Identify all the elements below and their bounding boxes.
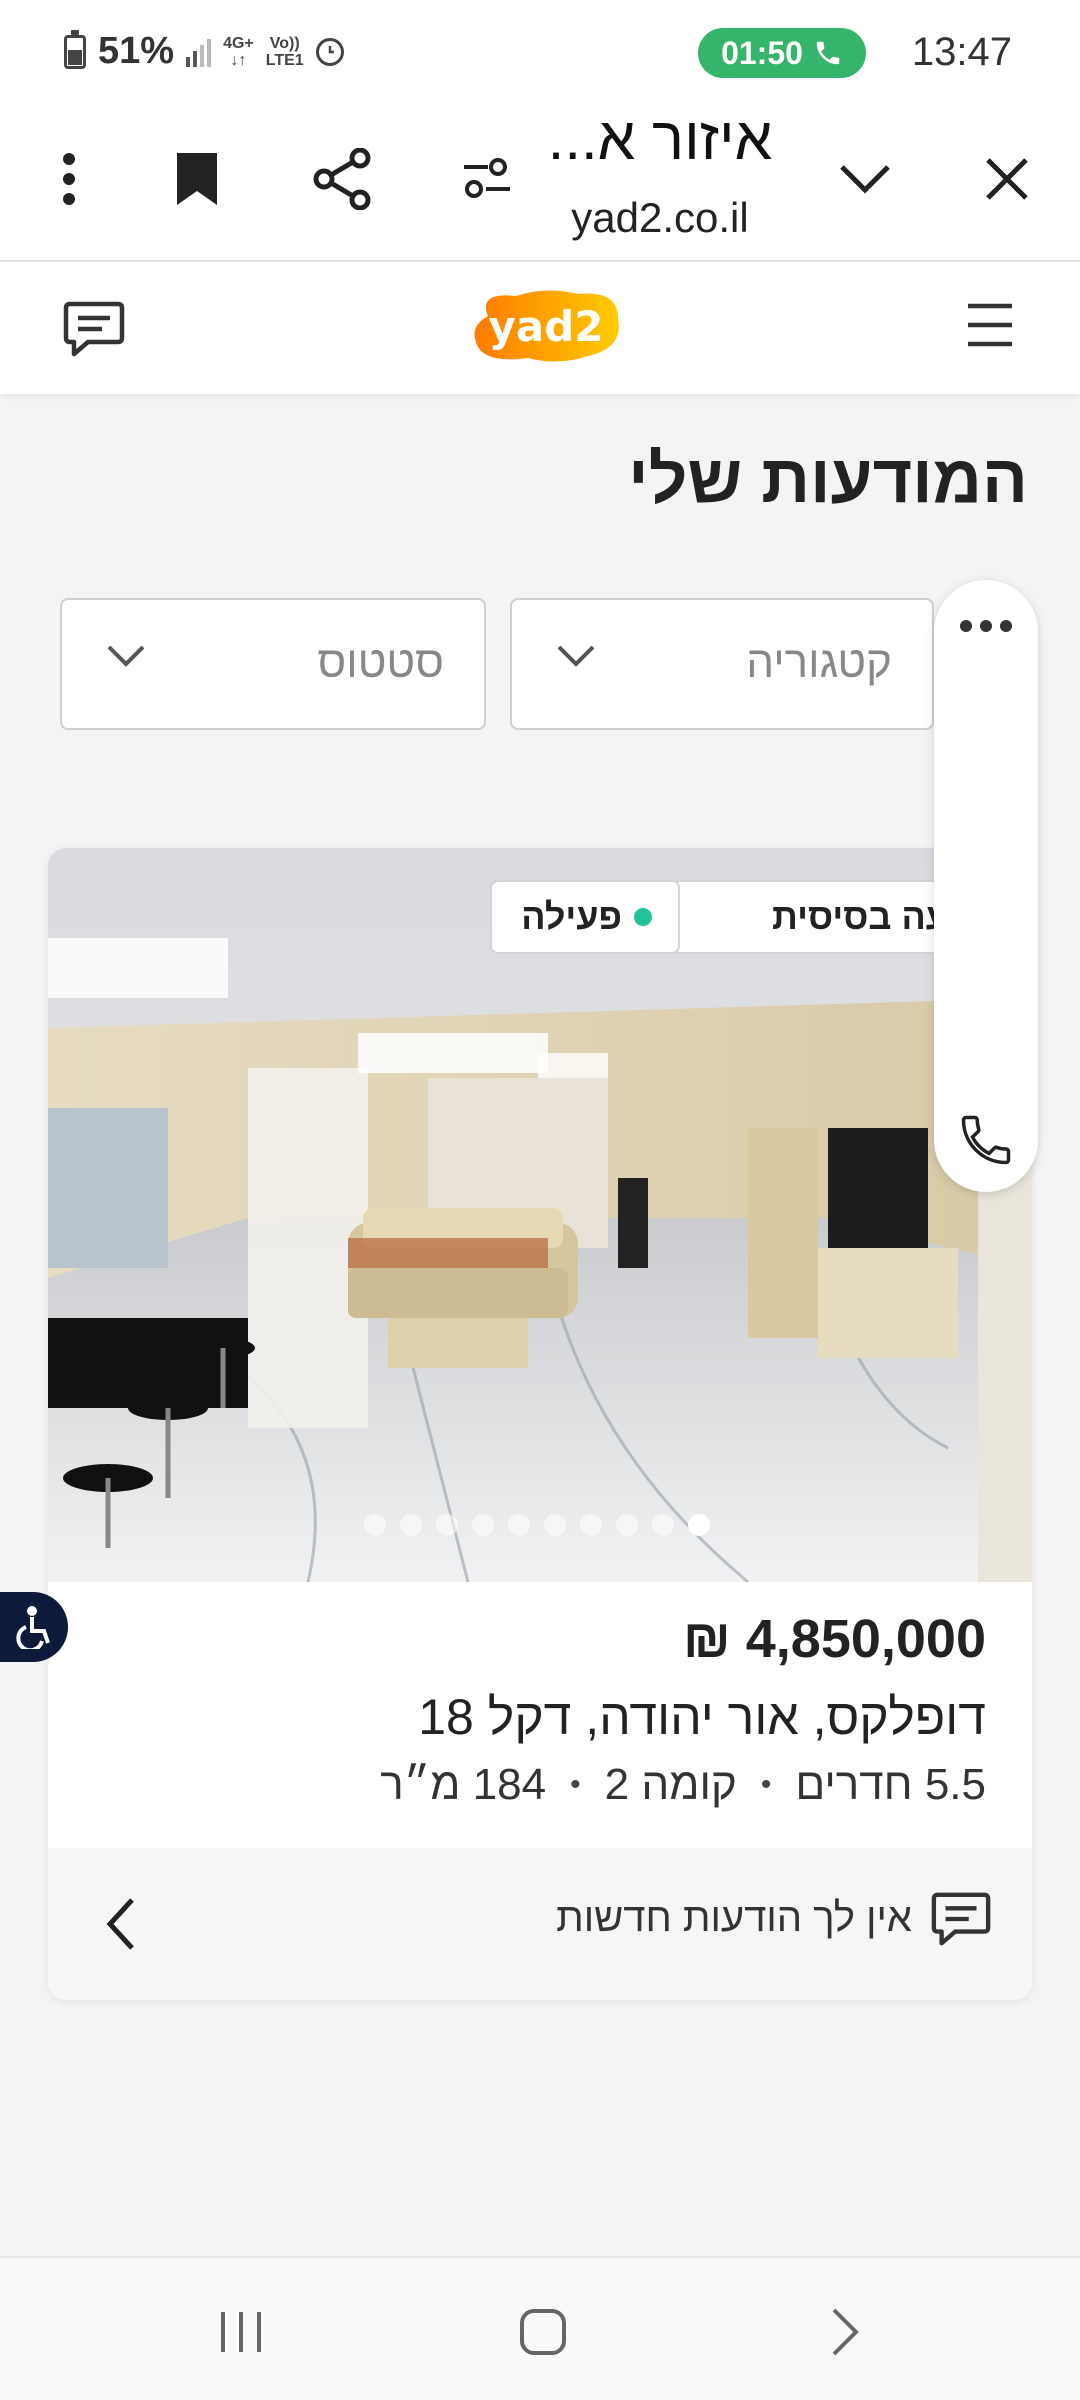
close-icon[interactable] <box>972 144 1042 214</box>
listing-floor: קומה 2 <box>604 1760 737 1809</box>
ongoing-call-pill[interactable]: 01:50 <box>698 28 866 78</box>
status-left: 51% 4G+ ↓↑ Vo)) LTE1 <box>64 29 344 73</box>
carousel-dot[interactable] <box>364 1514 386 1536</box>
listing-card[interactable]: מודעה בסיסית פעילה 4,850,000 ₪ דופלקס, א… <box>48 848 1032 2000</box>
site-header: yad2 <box>0 262 1080 394</box>
floating-action-panel <box>934 580 1038 1192</box>
listing-details: 5.5 חדרים • קומה 2 • 184 מ״ר <box>380 1760 986 1810</box>
carousel-dot[interactable] <box>652 1514 674 1536</box>
alarm-icon <box>315 37 344 66</box>
clock: 13:47 <box>911 30 1012 74</box>
detail-separator: • <box>570 1768 581 1801</box>
category-select[interactable]: קטגוריה <box>510 598 934 730</box>
chevron-down-icon <box>106 644 146 673</box>
carousel-dot[interactable] <box>400 1514 422 1536</box>
call-timer: 01:50 <box>721 34 803 71</box>
messages-status-text: אין לך הודעות חדשות <box>556 1896 912 1940</box>
chat-icon[interactable] <box>62 298 126 360</box>
network-indicator: 4G+ ↓↑ <box>223 34 254 69</box>
living-room-photo <box>48 848 1032 1582</box>
volte-indicator: Vo)) LTE1 <box>265 34 304 69</box>
carousel-dot[interactable] <box>580 1514 602 1536</box>
listing-messages-row[interactable]: אין לך הודעות חדשות <box>48 1848 1032 2000</box>
image-carousel-dots[interactable] <box>364 1514 710 1536</box>
back-icon[interactable] <box>810 2302 880 2362</box>
listing-price: 4,850,000 ₪ <box>683 1609 986 1669</box>
system-navigation-bar <box>0 2256 1080 2400</box>
accessibility-icon[interactable] <box>0 1592 68 1662</box>
browser-url[interactable]: yad2.co.il <box>540 194 780 242</box>
signal-icon <box>186 37 212 67</box>
chevron-down-icon <box>556 644 596 673</box>
more-actions-icon[interactable] <box>934 620 1038 632</box>
listing-size: 184 מ״ר <box>380 1760 547 1809</box>
home-icon[interactable] <box>508 2302 578 2362</box>
carousel-dot[interactable] <box>616 1514 638 1536</box>
carousel-dot[interactable] <box>688 1514 710 1536</box>
battery-icon <box>64 29 86 69</box>
status-select[interactable]: סטטוס <box>60 598 486 730</box>
listing-status-label: פעילה <box>521 896 622 937</box>
status-select-label: סטטוס <box>317 638 444 687</box>
detail-separator: • <box>760 1768 772 1801</box>
browser-page-title: איזור א... <box>547 105 773 172</box>
share-icon[interactable] <box>307 144 377 214</box>
chevron-down-icon[interactable] <box>830 144 900 214</box>
listing-status-badge: פעילה <box>490 880 680 954</box>
page-settings-icon[interactable] <box>452 144 522 214</box>
page-title: המודעות שלי <box>628 441 1028 517</box>
phone-icon[interactable] <box>956 1110 1016 1170</box>
chevron-left-icon[interactable] <box>100 1894 140 1954</box>
listing-photo[interactable]: מודעה בסיסית פעילה <box>48 848 1032 1582</box>
browser-toolbar: איזור א... yad2.co.il <box>0 104 1080 262</box>
bookmark-icon[interactable] <box>162 144 232 214</box>
battery-percent: 51% <box>98 30 175 72</box>
more-options-icon[interactable] <box>34 144 104 214</box>
listing-address: דופלקס, אור יהודה, דקל 18 <box>418 1689 986 1745</box>
carousel-dot[interactable] <box>508 1514 530 1536</box>
hamburger-menu-icon[interactable] <box>964 300 1016 350</box>
status-dot <box>634 908 652 926</box>
phone-icon <box>816 41 840 65</box>
carousel-dot[interactable] <box>436 1514 458 1536</box>
recent-apps-icon[interactable] <box>206 2302 276 2362</box>
carousel-dot[interactable] <box>472 1514 494 1536</box>
chat-icon <box>930 1888 992 1950</box>
listing-rooms: 5.5 חדרים <box>795 1760 986 1809</box>
logo-text: yad2 <box>488 301 604 351</box>
yad2-logo[interactable]: yad2 <box>468 286 624 366</box>
carousel-dot[interactable] <box>544 1514 566 1536</box>
status-bar: 51% 4G+ ↓↑ Vo)) LTE1 01:50 13:47 <box>0 0 1080 104</box>
category-select-label: קטגוריה <box>746 638 892 687</box>
